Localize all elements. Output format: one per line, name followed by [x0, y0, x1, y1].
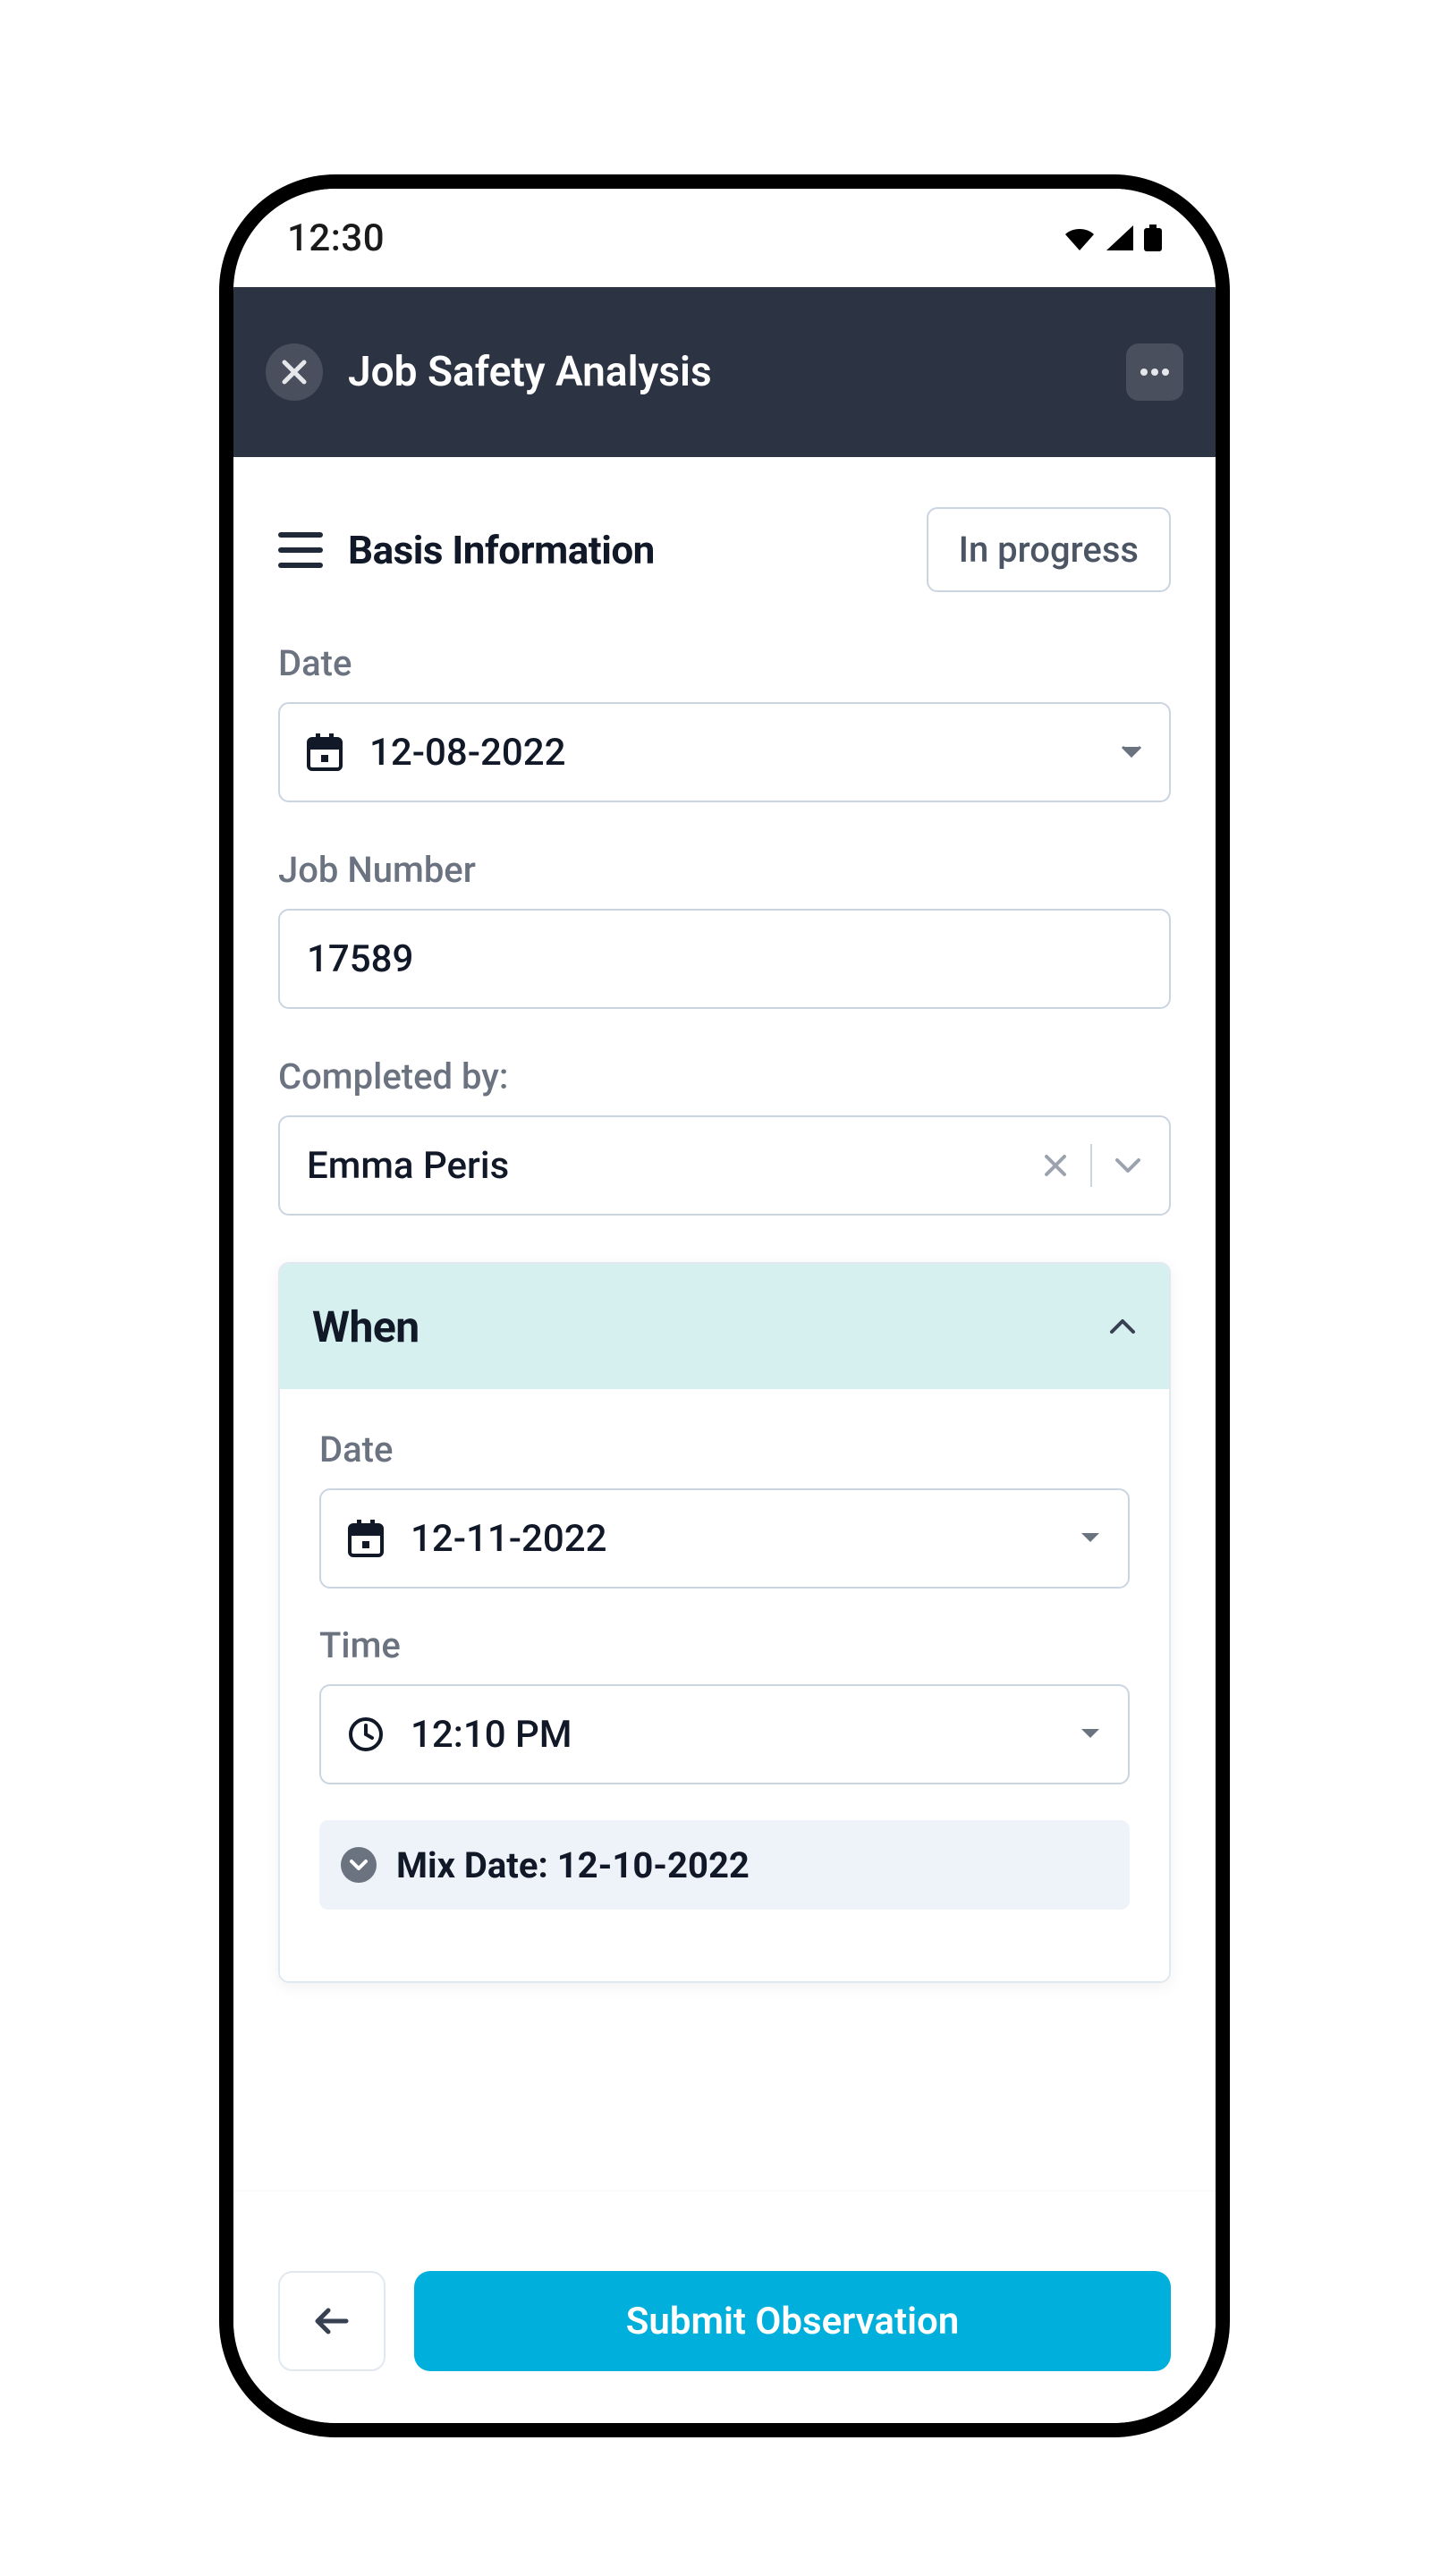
when-date-value: 12-11-2022 — [411, 1517, 1053, 1561]
chevron-down-icon — [1080, 1727, 1101, 1741]
calendar-icon — [348, 1520, 384, 1557]
completed-by-label: Completed by: — [278, 1055, 1171, 1097]
when-body: Date 12-11-2022 — [280, 1389, 1169, 1981]
clock-icon — [348, 1716, 384, 1752]
chevron-down-icon[interactable] — [1114, 1157, 1142, 1174]
when-title: When — [312, 1301, 1108, 1352]
date-value: 12-08-2022 — [369, 731, 1094, 775]
more-button[interactable] — [1126, 343, 1183, 401]
back-button[interactable] — [278, 2271, 386, 2371]
when-time-field: Time 12:10 PM — [319, 1624, 1130, 1784]
completed-by-field: Completed by: Emma Peris — [278, 1055, 1171, 1216]
job-number-input[interactable]: 17589 — [278, 909, 1171, 1009]
wifi-icon — [1063, 225, 1096, 250]
job-number-field: Job Number 17589 — [278, 849, 1171, 1009]
completed-by-value: Emma Peris — [307, 1144, 1015, 1188]
when-time-label: Time — [319, 1624, 1130, 1666]
chevron-down-icon — [1080, 1531, 1101, 1546]
job-number-value: 17589 — [307, 937, 1142, 981]
menu-button[interactable] — [278, 532, 323, 568]
chevron-up-icon — [1108, 1318, 1137, 1335]
battery-icon — [1144, 225, 1162, 251]
status-icons — [1063, 225, 1162, 251]
job-number-label: Job Number — [278, 849, 1171, 891]
when-date-field: Date 12-11-2022 — [319, 1428, 1130, 1589]
calendar-icon — [307, 733, 343, 771]
mix-date-label: Mix Date: — [396, 1844, 548, 1886]
when-time-input[interactable]: 12:10 PM — [319, 1684, 1130, 1784]
completed-by-select[interactable]: Emma Peris — [278, 1115, 1171, 1216]
chevron-down-circle-icon — [341, 1847, 377, 1883]
content: Basis Information In progress Date 12-08… — [233, 457, 1216, 1983]
cellular-icon — [1106, 225, 1133, 250]
close-button[interactable] — [266, 343, 323, 401]
section-title: Basis Information — [348, 527, 902, 573]
mix-date-row[interactable]: Mix Date: 12-10-2022 — [319, 1820, 1130, 1910]
when-header[interactable]: When — [280, 1264, 1169, 1389]
when-date-input[interactable]: 12-11-2022 — [319, 1488, 1130, 1589]
date-field: Date 12-08-2022 — [278, 642, 1171, 802]
when-card: When Date 12-11-2022 — [278, 1262, 1171, 1983]
divider — [1090, 1144, 1092, 1187]
app-header: Job Safety Analysis — [233, 287, 1216, 457]
arrow-left-icon — [314, 2307, 350, 2335]
date-input[interactable]: 12-08-2022 — [278, 702, 1171, 802]
status-time: 12:30 — [287, 216, 385, 260]
mix-date-value: 12-10-2022 — [557, 1844, 750, 1886]
page-title: Job Safety Analysis — [348, 348, 1101, 396]
when-time-value: 12:10 PM — [411, 1713, 1053, 1757]
submit-button[interactable]: Submit Observation — [414, 2271, 1171, 2371]
status-bar: 12:30 — [233, 189, 1216, 287]
when-date-label: Date — [319, 1428, 1130, 1470]
submit-label: Submit Observation — [626, 2300, 959, 2343]
date-label: Date — [278, 642, 1171, 684]
chevron-down-icon — [1121, 745, 1142, 759]
phone-frame: 12:30 — [219, 174, 1230, 2437]
section-header: Basis Information In progress — [278, 507, 1171, 592]
clear-icon[interactable] — [1042, 1152, 1069, 1179]
more-horizontal-icon — [1140, 368, 1170, 377]
footer: Submit Observation — [233, 2246, 1216, 2423]
close-icon — [281, 359, 308, 386]
status-badge: In progress — [927, 507, 1171, 592]
